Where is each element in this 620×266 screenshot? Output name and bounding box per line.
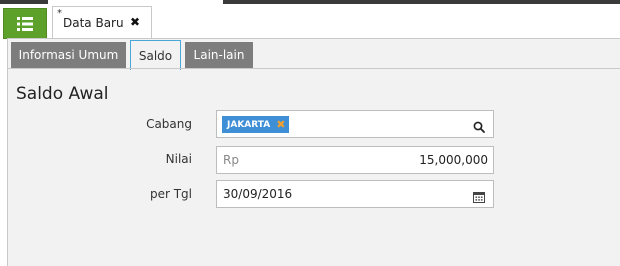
document-tab[interactable]: * Data Baru ✖ xyxy=(52,6,152,39)
section-title: Saldo Awal xyxy=(16,84,109,104)
list-menu-icon xyxy=(17,16,33,31)
currency-prefix: Rp xyxy=(223,153,239,167)
calendar-icon[interactable] xyxy=(473,188,485,207)
cabang-field[interactable]: JAKARTA ✖ xyxy=(216,110,494,138)
tab-lain-lain[interactable]: Lain-lain xyxy=(185,42,253,68)
per-tgl-label: per Tgl xyxy=(149,187,192,201)
cabang-chip-label: JAKARTA xyxy=(227,119,271,130)
search-icon[interactable] xyxy=(473,118,485,137)
nilai-label: Nilai xyxy=(165,152,192,166)
menu-button[interactable] xyxy=(3,8,47,39)
document-tab-title: Data Baru xyxy=(63,16,124,30)
per-tgl-value: 30/09/2016 xyxy=(223,187,293,201)
tab-saldo[interactable]: Saldo xyxy=(130,40,181,70)
nilai-value: 15,000,000 xyxy=(419,153,488,167)
cabang-chip: JAKARTA ✖ xyxy=(222,116,290,133)
modified-indicator: * xyxy=(57,8,62,19)
tab-content-divider xyxy=(7,68,620,69)
document-tab-bar: * Data Baru ✖ xyxy=(0,4,620,39)
cabang-label: Cabang xyxy=(146,117,192,131)
tab-informasi-umum[interactable]: Informasi Umum xyxy=(11,42,126,68)
chip-remove-icon[interactable]: ✖ xyxy=(276,118,285,131)
nilai-field[interactable]: Rp 15,000,000 xyxy=(216,146,494,174)
per-tgl-field[interactable]: 30/09/2016 xyxy=(216,180,494,208)
close-tab-icon[interactable]: ✖ xyxy=(130,15,140,29)
